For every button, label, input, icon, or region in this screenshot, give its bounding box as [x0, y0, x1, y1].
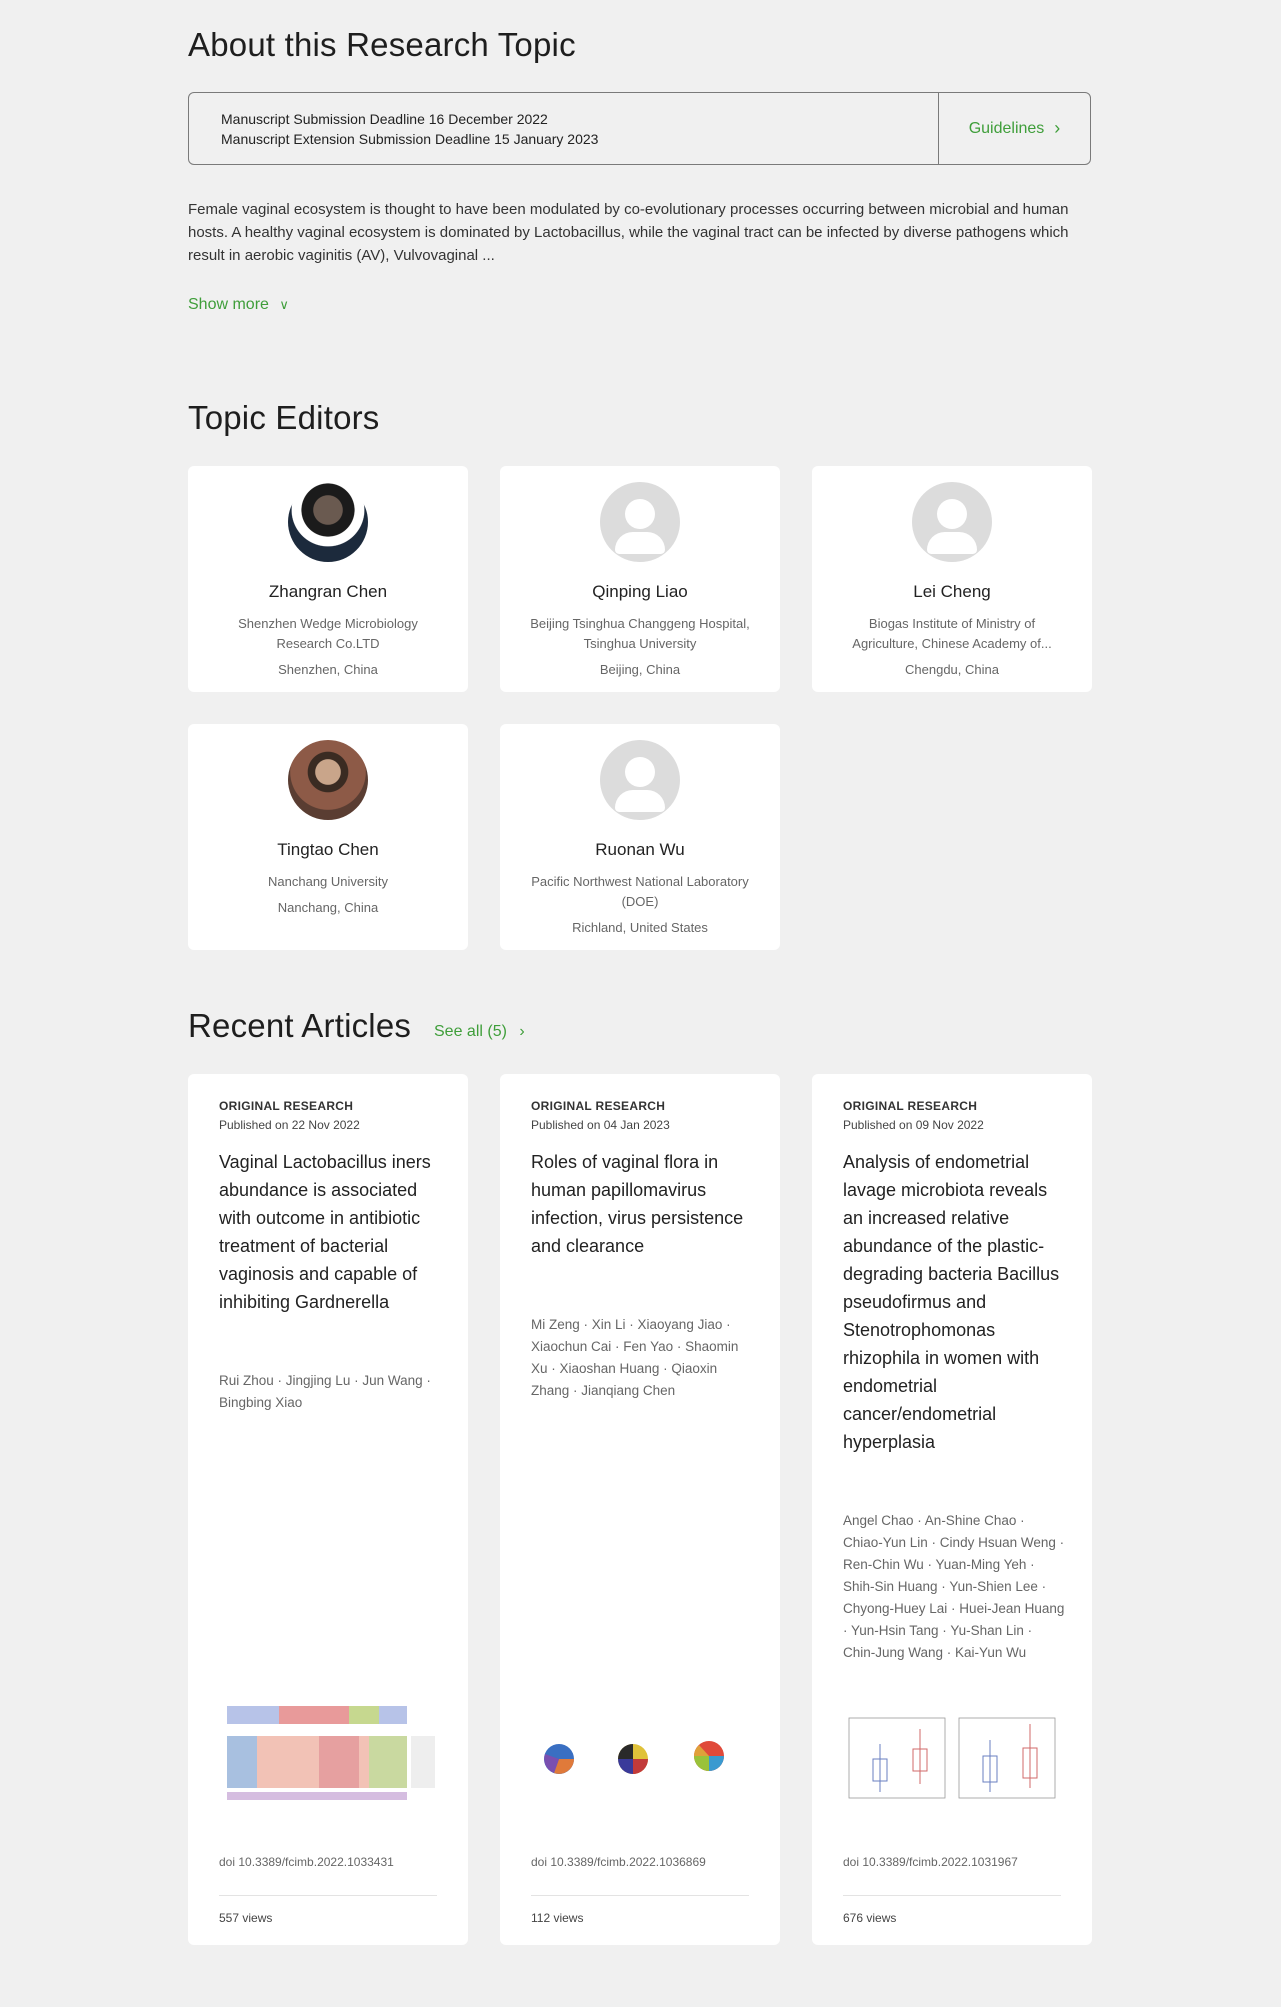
editor-card[interactable]: Tingtao Chen Nanchang University Nanchan…: [188, 724, 468, 950]
editor-card[interactable]: Qinping Liao Beijing Tsinghua Changgeng …: [500, 466, 780, 692]
editor-affiliation: Beijing Tsinghua Changgeng Hospital, Tsi…: [530, 616, 750, 651]
chevron-down-icon: ∨: [279, 297, 289, 312]
editor-name: Lei Cheng: [913, 582, 991, 601]
avatar-placeholder-icon: [600, 482, 680, 562]
article-views: 557 views: [219, 1911, 273, 1925]
article-title[interactable]: Roles of vaginal flora in human papillom…: [531, 1148, 753, 1260]
recent-articles-title: Recent Articles: [188, 1007, 412, 1044]
article-type: ORIGINAL RESEARCH: [531, 1099, 666, 1113]
article-date: Published on 22 Nov 2022: [219, 1118, 360, 1132]
divider: [531, 1895, 749, 1896]
article-views: 676 views: [843, 1911, 897, 1925]
editor-location: Shenzhen, China: [278, 662, 378, 677]
divider: [219, 1895, 437, 1896]
article-thumbnail: [531, 1704, 749, 1802]
avatar: [288, 482, 368, 562]
article-authors: Mi Zeng · Xin Li · Xiaoyang Jiao · Xiaoc…: [531, 1317, 739, 1398]
article-doi: doi 10.3389/fcimb.2022.1031967: [843, 1855, 1018, 1869]
article-doi: doi 10.3389/fcimb.2022.1033431: [219, 1855, 394, 1869]
article-title[interactable]: Analysis of endometrial lavage microbiot…: [843, 1148, 1065, 1456]
avatar-placeholder-icon: [912, 482, 992, 562]
editor-name: Zhangran Chen: [268, 582, 388, 601]
avatar: [288, 740, 368, 820]
article-doi: doi 10.3389/fcimb.2022.1036869: [531, 1855, 706, 1869]
article-views: 112 views: [531, 1911, 584, 1925]
editor-location: Richland, United States: [572, 920, 708, 935]
editor-affiliation: Shenzhen Wedge Microbiology Research Co.…: [238, 616, 418, 651]
guidelines-label: Guidelines: [968, 119, 1045, 137]
editor-card[interactable]: Ruonan Wu Pacific Northwest National Lab…: [500, 724, 780, 950]
submission-deadline: Manuscript Submission Deadline 16 Decemb…: [221, 111, 548, 127]
article-thumbnail: [843, 1704, 1061, 1802]
see-all-label: See all (5): [434, 1023, 507, 1040]
deadline-box: Manuscript Submission Deadline 16 Decemb…: [188, 92, 1091, 165]
article-card[interactable]: ORIGINAL RESEARCH Published on 04 Jan 20…: [500, 1074, 780, 1945]
article-type: ORIGINAL RESEARCH: [219, 1099, 354, 1113]
editor-location: Beijing, China: [599, 662, 681, 677]
editor-affiliation: Biogas Institute of Ministry of Agricult…: [852, 616, 1052, 651]
article-thumbnail: [219, 1704, 437, 1802]
article-card[interactable]: ORIGINAL RESEARCH Published on 22 Nov 20…: [188, 1074, 468, 1945]
divider: [843, 1895, 1061, 1896]
editor-location: Chengdu, China: [905, 662, 999, 677]
editor-name: Tingtao Chen: [277, 840, 379, 859]
see-all-link[interactable]: See all (5) ›: [434, 1023, 525, 1041]
chevron-right-icon: ›: [519, 1023, 525, 1040]
article-date: Published on 04 Jan 2023: [531, 1118, 670, 1132]
about-description: Female vaginal ecosystem is thought to h…: [188, 201, 1069, 264]
article-card[interactable]: ORIGINAL RESEARCH Published on 09 Nov 20…: [812, 1074, 1092, 1945]
topic-editors-title: Topic Editors: [188, 399, 380, 436]
editor-affiliation: Pacific Northwest National Laboratory (D…: [531, 874, 749, 909]
deadline-text: Manuscript Submission Deadline 16 Decemb…: [189, 93, 938, 164]
editor-name: Ruonan Wu: [595, 840, 685, 859]
editor-card[interactable]: Zhangran Chen Shenzhen Wedge Microbiolog…: [188, 466, 468, 692]
editor-location: Nanchang, China: [277, 900, 379, 915]
article-title[interactable]: Vaginal Lactobacillus iners abundance is…: [219, 1148, 441, 1316]
editor-name: Qinping Liao: [592, 582, 688, 601]
extension-deadline: Manuscript Extension Submission Deadline…: [221, 131, 599, 147]
article-authors: Angel Chao · An-Shine Chao · Chiao-Yun L…: [843, 1513, 1065, 1660]
article-date: Published on 09 Nov 2022: [843, 1118, 984, 1132]
avatar-placeholder-icon: [600, 740, 680, 820]
show-more-button[interactable]: Show more ∨: [188, 296, 289, 314]
chevron-right-icon: ›: [1054, 118, 1061, 138]
article-type: ORIGINAL RESEARCH: [843, 1099, 978, 1113]
guidelines-button[interactable]: Guidelines ›: [938, 93, 1090, 164]
about-title: About this Research Topic: [188, 26, 576, 63]
editor-affiliation: Nanchang University: [268, 874, 388, 889]
editor-card[interactable]: Lei Cheng Biogas Institute of Ministry o…: [812, 466, 1092, 692]
show-more-label: Show more: [188, 296, 269, 313]
article-authors: Rui Zhou · Jingjing Lu · Jun Wang · Bing…: [219, 1373, 431, 1410]
